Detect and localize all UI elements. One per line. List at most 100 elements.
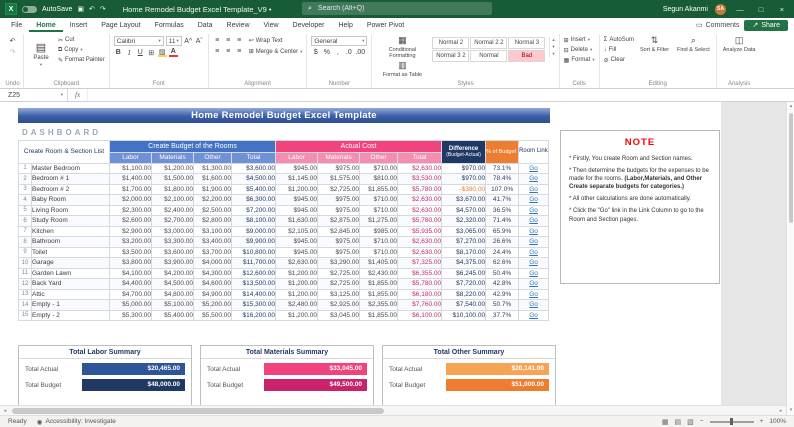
minimize-button[interactable]: — [733, 5, 747, 14]
percent-used-cell[interactable]: 62.6% [485, 257, 520, 269]
conditional-formatting-button[interactable]: ▦ Conditional Formatting [376, 35, 428, 59]
zoom-slider-knob[interactable] [729, 418, 733, 425]
actual-other-cell[interactable]: $710.00 [359, 204, 399, 216]
actual-materials-cell[interactable]: $3,045.00 [317, 309, 361, 321]
budget-labor-cell[interactable]: $2,900.00 [109, 225, 153, 237]
budget-other-cell[interactable]: $3,100.00 [193, 225, 233, 237]
actual-total-cell[interactable]: $5,935.00 [397, 225, 443, 237]
decrease-decimal-button[interactable]: .00 [355, 48, 365, 57]
cell-style-normal-3[interactable]: Normal 3 [508, 37, 546, 49]
actual-labor-cell[interactable]: $2,480.00 [275, 299, 319, 311]
actual-materials-cell[interactable]: $2,725.00 [317, 183, 361, 195]
go-link[interactable]: Go [518, 267, 550, 279]
actual-other-cell[interactable]: $1,855.00 [359, 309, 399, 321]
row-number-cell[interactable]: 9 [18, 246, 32, 258]
room-name-cell[interactable]: Study Room [30, 215, 111, 227]
difference-cell[interactable]: $3,670.00 [441, 194, 487, 206]
budget-materials-cell[interactable]: $3,000.00 [151, 225, 195, 237]
room-name-cell[interactable]: Back Yard [30, 278, 111, 290]
fill-button[interactable]: ↓ Fill [604, 46, 634, 54]
search-box[interactable]: ⌕ [302, 2, 492, 15]
merge-center-button[interactable]: ⊞ Merge & Center ▾ [249, 48, 303, 56]
room-name-cell[interactable]: Attic [30, 288, 111, 300]
percent-used-cell[interactable]: 26.6% [485, 236, 520, 248]
row-number-cell[interactable]: 3 [18, 183, 32, 195]
gallery-down-icon[interactable]: ▾ [552, 44, 554, 50]
delete-cells-button[interactable]: ⊟ Delete ▾ [564, 46, 595, 54]
align-top-icon[interactable]: ≡ [213, 36, 222, 45]
actual-materials-cell[interactable]: $2,875.00 [317, 215, 361, 227]
row-number-cell[interactable]: 10 [18, 257, 32, 269]
room-name-cell[interactable]: Living Room [30, 204, 111, 216]
row-number-cell[interactable]: 8 [18, 236, 32, 248]
budget-other-cell[interactable]: $4,600.00 [193, 278, 233, 290]
save-icon[interactable]: ▣ [77, 5, 84, 13]
actual-other-cell[interactable]: $710.00 [359, 194, 399, 206]
budget-labor-cell[interactable]: $5,300.00 [109, 309, 153, 321]
actual-total-cell[interactable]: $5,780.00 [397, 183, 443, 195]
actual-labor-cell[interactable]: $945.00 [275, 162, 319, 174]
go-link[interactable]: Go [518, 194, 550, 206]
go-link[interactable]: Go [518, 183, 550, 195]
percent-used-cell[interactable]: 24.4% [485, 246, 520, 258]
percent-used-cell[interactable]: 50.4% [485, 267, 520, 279]
actual-materials-cell[interactable]: $975.00 [317, 246, 361, 258]
actual-labor-cell[interactable]: $945.00 [275, 194, 319, 206]
tab-view[interactable]: View [257, 18, 286, 32]
format-painter-button[interactable]: ✎ Format Painter [58, 56, 105, 64]
actual-total-cell[interactable]: $6,100.00 [397, 309, 443, 321]
go-link[interactable]: Go [518, 204, 550, 216]
budget-materials-cell[interactable]: $3,600.00 [151, 246, 195, 258]
scroll-up-icon[interactable]: ▴ [787, 102, 794, 111]
budget-other-cell[interactable]: $1,900.00 [193, 183, 233, 195]
row-number-cell[interactable]: 1 [18, 162, 32, 174]
budget-materials-cell[interactable]: $2,700.00 [151, 215, 195, 227]
row-number-cell[interactable]: 6 [18, 215, 32, 227]
page-layout-view-button[interactable]: ▤ [675, 418, 682, 426]
budget-labor-cell[interactable]: $4,700.00 [109, 288, 153, 300]
insert-cells-button[interactable]: ⊞ Insert ▾ [564, 36, 595, 44]
cell-style-normal-2[interactable]: Normal 2 [432, 37, 470, 49]
percent-used-cell[interactable]: 42.9% [485, 288, 520, 300]
increase-decimal-button[interactable]: .0 [344, 48, 353, 57]
room-name-cell[interactable]: Bedroom # 2 [30, 183, 111, 195]
redo-button[interactable]: ↷ [8, 47, 17, 56]
budget-labor-cell[interactable]: $3,800.00 [109, 257, 153, 269]
tab-data[interactable]: Data [191, 18, 220, 32]
difference-cell[interactable]: $10,100.00 [441, 309, 487, 321]
actual-labor-cell[interactable]: $1,200.00 [275, 183, 319, 195]
tab-formulas[interactable]: Formulas [148, 18, 191, 32]
budget-labor-cell[interactable]: $3,200.00 [109, 236, 153, 248]
tab-insert[interactable]: Insert [63, 18, 95, 32]
budget-other-cell[interactable]: $1,300.00 [193, 162, 233, 174]
row-number-cell[interactable]: 5 [18, 204, 32, 216]
tab-file[interactable]: File [4, 18, 29, 32]
redo-icon[interactable]: ↷ [100, 5, 106, 13]
copy-button[interactable]: ⧉ Copy ▾ [58, 46, 105, 54]
actual-total-cell[interactable]: $7,760.00 [397, 299, 443, 311]
bold-button[interactable]: B [114, 48, 123, 57]
budget-other-cell[interactable]: $3,700.00 [193, 246, 233, 258]
undo-button[interactable]: ↶ [8, 36, 17, 45]
budget-materials-cell[interactable]: $2,100.00 [151, 194, 195, 206]
actual-other-cell[interactable]: $1,855.00 [359, 288, 399, 300]
actual-total-cell[interactable]: $3,530.00 [397, 173, 443, 185]
budget-labor-cell[interactable]: $4,100.00 [109, 267, 153, 279]
actual-materials-cell[interactable]: $975.00 [317, 162, 361, 174]
comments-button[interactable]: ▭ Comments [696, 21, 739, 30]
align-left-icon[interactable]: ≡ [213, 47, 222, 56]
name-box[interactable]: Z25 ▾ [0, 89, 68, 101]
search-input[interactable] [315, 4, 486, 13]
go-link[interactable]: Go [518, 215, 550, 227]
actual-other-cell[interactable]: $2,355.00 [359, 299, 399, 311]
actual-other-cell[interactable]: $1,275.00 [359, 215, 399, 227]
actual-labor-cell[interactable]: $1,145.00 [275, 173, 319, 185]
zoom-slider[interactable] [709, 418, 754, 425]
row-number-cell[interactable]: 15 [18, 309, 32, 321]
row-number-cell[interactable]: 4 [18, 194, 32, 206]
budget-total-cell[interactable]: $6,300.00 [231, 194, 277, 206]
actual-other-cell[interactable]: $985.00 [359, 225, 399, 237]
percent-used-cell[interactable]: 65.9% [485, 225, 520, 237]
fill-color-button[interactable]: ▨ [157, 48, 167, 57]
go-link[interactable]: Go [518, 257, 550, 269]
